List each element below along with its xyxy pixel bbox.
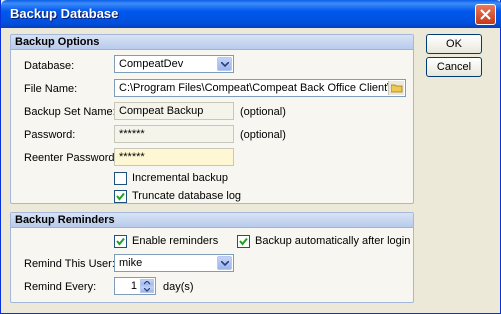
backup-reminders-title: Backup Reminders — [15, 214, 115, 226]
checkmark-icon — [116, 192, 125, 201]
remind-user-select[interactable]: mike — [114, 254, 234, 272]
backup-set-name-note: (optional) — [240, 106, 286, 118]
backup-set-name-input[interactable]: Compeat Backup — [114, 102, 234, 120]
reenter-password-input[interactable]: ****** — [114, 148, 234, 166]
file-name-value: C:\Program Files\Compeat\Compeat Back Of… — [119, 82, 405, 94]
password-input[interactable]: ****** — [114, 125, 234, 143]
password-note: (optional) — [240, 129, 286, 141]
incremental-backup-label: Incremental backup — [132, 172, 228, 184]
remind-every-label: Remind Every: — [24, 281, 97, 293]
backup-database-dialog: Backup Database OK Cancel Backup Options… — [0, 0, 501, 314]
remind-every-unit: day(s) — [163, 281, 194, 293]
backup-set-name-value: Compeat Backup — [119, 105, 204, 117]
enable-reminders-checkbox[interactable] — [114, 235, 127, 248]
browse-button[interactable] — [388, 81, 404, 95]
file-name-input[interactable]: C:\Program Files\Compeat\Compeat Back Of… — [114, 79, 406, 97]
ok-button[interactable]: OK — [426, 34, 482, 54]
chevron-down-icon — [221, 261, 229, 266]
remind-user-value: mike — [119, 257, 143, 269]
backup-options-title: Backup Options — [15, 36, 100, 48]
backup-options-group: Backup Options Database: CompeatDev File… — [10, 34, 414, 204]
reenter-password-value: ****** — [119, 151, 145, 163]
close-icon — [480, 9, 491, 20]
spin-buttons — [140, 279, 154, 293]
remind-user-label: Remind This User: — [24, 258, 115, 270]
window-title: Backup Database — [10, 6, 119, 21]
database-value: CompeatDev — [119, 58, 184, 70]
truncate-log-checkbox[interactable] — [114, 190, 127, 203]
remind-every-spinner[interactable]: 1 — [114, 277, 156, 295]
database-dropdown-button[interactable] — [217, 57, 232, 71]
file-name-label: File Name: — [24, 83, 78, 95]
remind-every-value: 1 — [130, 280, 137, 292]
backup-set-name-label: Backup Set Name: — [24, 106, 116, 118]
password-label: Password: — [24, 129, 76, 141]
reenter-password-label: Reenter Password: — [24, 152, 118, 164]
folder-icon — [391, 84, 403, 93]
password-value: ****** — [119, 128, 145, 140]
chevron-down-icon — [144, 288, 150, 292]
backup-reminders-group: Backup Reminders Enable reminders Backup… — [10, 212, 414, 303]
backup-reminders-header: Backup Reminders — [11, 213, 413, 228]
spin-up-button[interactable] — [140, 279, 154, 286]
incremental-backup-checkbox[interactable] — [114, 172, 127, 185]
spin-down-button[interactable] — [140, 286, 154, 293]
checkmark-icon — [116, 237, 125, 246]
backup-after-login-label: Backup automatically after login — [255, 235, 411, 247]
backup-after-login-checkbox[interactable] — [237, 235, 250, 248]
enable-reminders-label: Enable reminders — [132, 235, 219, 247]
close-button[interactable] — [475, 4, 496, 25]
database-label: Database: — [24, 60, 75, 72]
truncate-log-label: Truncate database log — [132, 190, 242, 202]
title-bar[interactable]: Backup Database — [1, 0, 501, 28]
remind-user-dropdown-button[interactable] — [217, 256, 232, 270]
chevron-down-icon — [221, 62, 229, 67]
checkmark-icon — [239, 237, 248, 246]
backup-options-header: Backup Options — [11, 35, 413, 50]
database-select[interactable]: CompeatDev — [114, 55, 234, 73]
chevron-up-icon — [144, 281, 150, 285]
cancel-button[interactable]: Cancel — [426, 57, 482, 77]
